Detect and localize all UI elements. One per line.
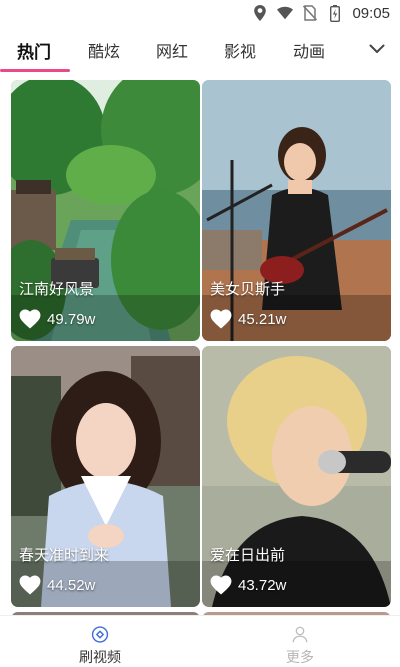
tab-film[interactable]: 影视: [224, 38, 256, 62]
status-time: 09:05: [352, 4, 390, 22]
nav-more[interactable]: 更多: [200, 616, 400, 667]
category-tab-bar: 热门 酷炫 网红 影视 动画: [0, 30, 400, 72]
video-title: 江南好风景: [19, 281, 95, 298]
app-screen: 09:05 热门 酷炫 网红 影视 动画 江南好风景 49.79w 美女贝斯手 …: [0, 0, 400, 667]
like-count-value: 49.79w: [47, 310, 96, 328]
play-circle-icon: [91, 626, 109, 643]
heart-icon: [19, 575, 41, 595]
tab-influencer[interactable]: 网红: [156, 38, 188, 62]
sim-off-icon: [302, 5, 318, 21]
like-count: 49.79w: [19, 309, 95, 329]
like-count: 43.72w: [210, 575, 286, 595]
video-title: 美女贝斯手: [210, 281, 286, 298]
heart-icon: [19, 309, 41, 329]
wifi-icon: [277, 5, 294, 21]
video-card[interactable]: 美女贝斯手 45.21w: [202, 80, 391, 341]
like-count: 44.52w: [19, 575, 95, 595]
video-thumbnail: [11, 80, 200, 341]
video-grid: 江南好风景 49.79w 美女贝斯手 45.21w 春天准时到来 44.52w …: [0, 78, 400, 618]
nav-more-label: 更多: [286, 649, 314, 665]
tab-cool[interactable]: 酷炫: [88, 38, 120, 62]
like-count-value: 45.21w: [238, 310, 287, 328]
nav-videos-label: 刷视频: [79, 649, 121, 665]
like-count-value: 44.52w: [47, 576, 96, 594]
like-count: 45.21w: [210, 309, 286, 329]
battery-icon: [327, 4, 343, 22]
user-icon: [292, 626, 308, 643]
video-card[interactable]: 春天准时到来 44.52w: [11, 346, 200, 607]
video-title: 春天准时到来: [19, 547, 110, 564]
active-tab-indicator: [0, 69, 70, 72]
video-thumbnail: [11, 346, 200, 607]
video-thumbnail: [202, 80, 391, 341]
chevron-down-icon[interactable]: [364, 36, 390, 62]
tab-hot[interactable]: 热门: [17, 38, 51, 63]
video-title: 爱在日出前: [210, 547, 286, 564]
heart-icon: [210, 309, 232, 329]
video-card[interactable]: 江南好风景 49.79w: [11, 80, 200, 341]
video-thumbnail: [202, 346, 391, 607]
status-bar: 09:05: [0, 0, 400, 26]
bottom-nav: 刷视频 更多: [0, 615, 400, 667]
location-icon: [252, 5, 268, 21]
video-card[interactable]: 爱在日出前 43.72w: [202, 346, 391, 607]
like-count-value: 43.72w: [238, 576, 287, 594]
heart-icon: [210, 575, 232, 595]
nav-videos[interactable]: 刷视频: [0, 616, 200, 667]
tab-animation[interactable]: 动画: [293, 38, 325, 62]
